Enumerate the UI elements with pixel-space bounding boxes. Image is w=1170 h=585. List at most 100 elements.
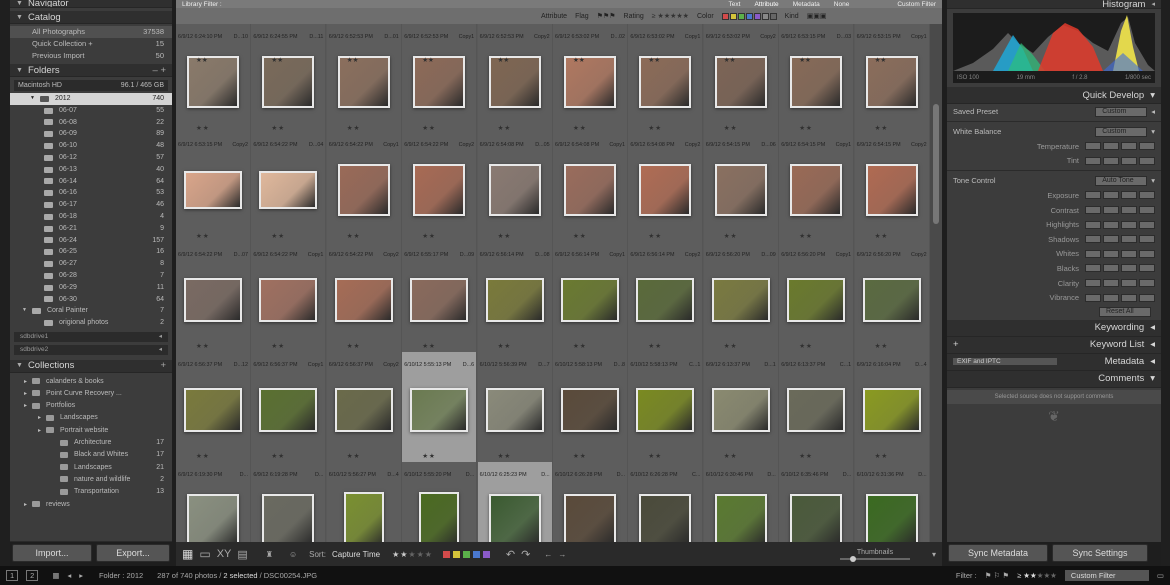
thumbnail-cell[interactable]: 6/10/12 6:26:28 PMC...★★ [628, 462, 704, 542]
compare-view-icon[interactable]: XY [217, 548, 232, 560]
rating-stars-icon[interactable]: ★★ [498, 56, 510, 64]
rating-stars-icon[interactable]: ★★ [553, 232, 627, 241]
adjust-button[interactable] [1121, 279, 1137, 288]
adjust-button[interactable] [1139, 235, 1155, 244]
thumbnail-image[interactable] [862, 278, 921, 322]
thumbnail-cell[interactable]: 6/10/12 5:58:13 PM C...1 ★★ [628, 352, 704, 462]
folder-item[interactable]: 06-17 46 [10, 199, 172, 211]
thumbnail-cell[interactable]: 6/9/12 6:52:53 PM Copy2 ★★ [477, 24, 553, 134]
thumbnail-image[interactable] [714, 494, 767, 542]
offline-volume[interactable]: sdbdrive1 ◂ [14, 331, 168, 342]
thumbnail-image[interactable] [184, 388, 242, 432]
rating-stars-icon[interactable]: ★★ [176, 232, 250, 241]
adjust-button[interactable] [1103, 279, 1119, 288]
thumbnail-cell[interactable]: 6/9/12 6:54:08 PM Copy2 ★★ [628, 132, 704, 242]
folder-item[interactable]: 06-18 4 [10, 211, 172, 223]
thumbnail-image[interactable] [636, 388, 695, 432]
thumbnail-cell[interactable]: 6/9/12 6:19:28 PMD...★★ [251, 462, 327, 542]
rating-filter-icon[interactable]: ≥ ★★★★★ [1017, 571, 1057, 580]
thumbnail-image[interactable] [485, 278, 544, 322]
thumbnail-cell[interactable]: 6/10/12 6:35:46 PMD...★★ [779, 462, 855, 542]
thumbnail-cell[interactable]: 6/9/12 6:56:20 PM D...09 ★★ [703, 242, 779, 352]
thumbnail-cell[interactable]: 6/9/12 6:54:22 PM Copy2 ★★ [402, 132, 478, 242]
thumbnail-image[interactable] [413, 164, 466, 216]
filter-tab-metadata[interactable]: Metadata [793, 1, 820, 8]
rating-stars-icon[interactable]: ★★ [553, 452, 627, 461]
rating-stars-icon[interactable]: ★★ [327, 232, 401, 241]
adjust-button[interactable] [1121, 142, 1137, 151]
rating-stars-icon[interactable]: ★★ [402, 232, 476, 241]
metadata-header[interactable]: EXIF and IPTC Metadata ◂ [947, 353, 1161, 371]
collection-item[interactable]: Architecture 17 [10, 436, 172, 448]
adjust-button[interactable] [1121, 249, 1137, 258]
adjust-button[interactable] [1103, 142, 1119, 151]
custom-filter-preset[interactable]: Custom Filter [897, 1, 936, 8]
thumbnail-image[interactable] [184, 171, 242, 209]
label-color-button[interactable] [442, 550, 450, 558]
thumbnail-cell[interactable]: 6/9/12 6:56:14 PM Copy2 ★★ [628, 242, 704, 352]
rating-stars-icon[interactable]: ★★ [855, 232, 929, 241]
rating-stars-icon[interactable]: ★★ [855, 342, 929, 351]
rating-stars-icon[interactable]: ★★ [628, 232, 702, 241]
rating-stars-icon[interactable]: ★★ [251, 452, 325, 461]
thumbnail-image[interactable] [488, 494, 541, 542]
thumbnail-image[interactable] [259, 388, 318, 432]
rating-stars-icon[interactable]: ★★ [478, 452, 552, 461]
disclosure-triangle-icon[interactable]: ▾ [1151, 176, 1155, 185]
folder-item[interactable]: 06-27 8 [10, 258, 172, 270]
thumbnail-image[interactable] [259, 278, 318, 322]
flag-icons[interactable]: ⚑⚑⚑ [597, 12, 616, 20]
thumbnail-cell[interactable]: 6/9/12 6:54:08 PM D...05 ★★ [477, 132, 553, 242]
rating-stars-icon[interactable]: ★★ [724, 56, 736, 64]
label-color-button[interactable] [482, 550, 490, 558]
thumbnail-image[interactable] [262, 56, 315, 108]
rating-stars-icon[interactable]: ★★ [176, 342, 250, 351]
thumbnail-image[interactable] [488, 164, 541, 216]
filter-tab-attribute[interactable]: Attribute [754, 1, 778, 8]
adjust-button[interactable] [1085, 235, 1101, 244]
thumbnail-cell[interactable]: 6/10/12 5:55:13 PM D...6 ★★ [402, 352, 478, 462]
adjust-button[interactable] [1103, 293, 1119, 302]
adjust-button[interactable] [1085, 279, 1101, 288]
adjust-button[interactable] [1085, 264, 1101, 273]
folder-item[interactable]: 06-14 64 [10, 176, 172, 188]
thumbnail-image[interactable] [410, 388, 469, 432]
thumbnail-image[interactable] [862, 388, 921, 432]
thumbnail-cell[interactable]: 6/9/12 6:13:37 PM D...1 ★★ [703, 352, 779, 462]
metadata-preset-dropdown[interactable]: EXIF and IPTC [953, 358, 1057, 366]
rating-stars-icon[interactable]: ★★ [402, 342, 476, 351]
folder-item[interactable]: 06-16 53 [10, 187, 172, 199]
thumbnail-cell[interactable]: 6/10/12 5:55:20 PMD...★★ [402, 462, 478, 542]
adjust-button[interactable] [1121, 156, 1137, 165]
rating-stars-icon[interactable]: ★★ [704, 452, 778, 461]
adjust-button[interactable] [1121, 206, 1137, 215]
catalog-item[interactable]: Quick Collection + 15 [10, 38, 172, 50]
toolbar-menu-icon[interactable]: ▾ [932, 550, 936, 559]
adjust-button[interactable] [1103, 235, 1119, 244]
thumbnail-cell[interactable]: 6/10/12 6:31:36 PMD...★★ [854, 462, 930, 542]
thumbnail-cell[interactable]: 6/10/12 6:25:23 PMD...★★ [477, 462, 553, 542]
thumbnail-image[interactable] [488, 56, 541, 108]
color-swatch[interactable] [769, 12, 777, 20]
grid-view-icon[interactable]: ▦ [182, 547, 193, 561]
rating-stars-icon[interactable]: ★★ [251, 232, 325, 241]
adjust-button[interactable] [1103, 206, 1119, 215]
adjust-button[interactable] [1085, 191, 1101, 200]
thumbnail-image[interactable] [262, 494, 315, 542]
thumbnail-image[interactable] [564, 494, 616, 542]
adjust-button[interactable] [1139, 142, 1155, 151]
white-balance-dropdown[interactable]: Custom [1095, 126, 1148, 137]
thumbnail-image[interactable] [259, 171, 318, 209]
rating-stars-icon[interactable]: ≥ ★★★★★ [652, 12, 689, 20]
thumbnail-cell[interactable]: 6/10/12 5:58:13 PM D...8 ★★ [553, 352, 628, 462]
thumbnail-image[interactable] [334, 388, 393, 432]
thumbnail-cell[interactable]: 6/9/12 6:54:15 PM Copy1 ★★ [779, 132, 855, 242]
thumbnail-image[interactable] [187, 494, 239, 542]
disclosure-triangle-icon[interactable]: ▼ [22, 305, 27, 317]
label-color-button[interactable] [452, 550, 460, 558]
folder-item[interactable]: 06-25 16 [10, 246, 172, 258]
adjust-button[interactable] [1085, 142, 1101, 151]
thumbnail-image[interactable] [419, 492, 460, 542]
thumbnail-image[interactable] [639, 494, 692, 542]
filter-tab-none[interactable]: None [834, 1, 850, 8]
